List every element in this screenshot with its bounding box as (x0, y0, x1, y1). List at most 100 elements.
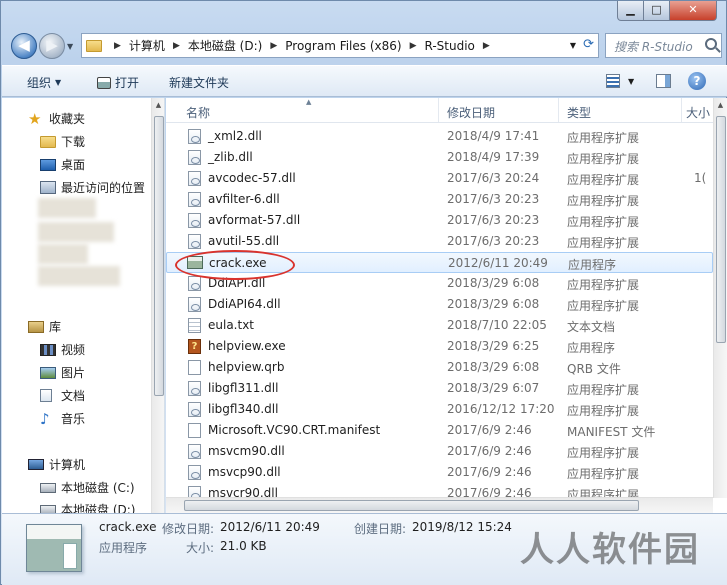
nav-documents[interactable]: 文档 (40, 387, 85, 404)
nav-pictures[interactable]: 图片 (40, 364, 85, 381)
file-row[interactable]: avcodec-57.dll 2017/6/3 20:24 应用程序扩展 1( (166, 168, 713, 189)
file-list-vertical-thumb[interactable] (716, 116, 726, 343)
new-folder-label: 新建文件夹 (169, 76, 230, 90)
dll-icon (188, 381, 201, 396)
downloads-folder-icon (40, 135, 56, 148)
breadcrumb-r-studio[interactable]: R-Studio (425, 39, 475, 53)
help-icon[interactable]: ? (688, 72, 706, 90)
file-row[interactable]: helpview.qrb 2018/3/29 6:08 QRB 文件 (166, 357, 713, 378)
breadcrumb-separator[interactable]: ▶ (114, 41, 121, 51)
file-row[interactable]: libgfl311.dll 2018/3/29 6:07 应用程序扩展 (166, 378, 713, 399)
view-options-chevron-icon[interactable]: ▼ (628, 77, 634, 86)
file-name: helpview.qrb (208, 360, 285, 374)
blurred-item (38, 244, 88, 264)
dll-icon (188, 171, 201, 186)
breadcrumb-separator[interactable]: ▶ (173, 41, 180, 51)
file-row[interactable]: msvcm90.dll 2017/6/9 2:46 应用程序扩展 (166, 441, 713, 462)
nav-libraries-label: 库 (49, 320, 62, 334)
forward-button[interactable]: ▶ (39, 33, 65, 59)
navigation-pane: ★ 收藏夹 下载 桌面 最近访问的位置 库 视频 图片 文档 ♪ 音乐 计算机 本地… (2, 98, 165, 513)
open-button[interactable]: 打开 (97, 74, 139, 91)
preview-pane-icon[interactable] (656, 74, 671, 88)
help-app-icon: ? (188, 339, 201, 354)
address-bar[interactable]: ▶ 计算机 ▶ 本地磁盘 (D:) ▶ Program Files (x86) … (81, 33, 599, 58)
breadcrumb-separator[interactable]: ▶ (410, 41, 417, 51)
recent-pages-dropdown[interactable]: ▼ (67, 42, 73, 51)
nav-downloads[interactable]: 下载 (40, 133, 85, 150)
address-dropdown-icon[interactable]: ▼ (570, 41, 576, 50)
nav-recent-places[interactable]: 最近访问的位置 (40, 179, 145, 196)
nav-drive-d-label: 本地磁盘 (D:) (61, 503, 136, 513)
file-row[interactable]: avformat-57.dll 2017/6/3 20:23 应用程序扩展 (166, 210, 713, 231)
column-size[interactable]: 大小 (686, 104, 710, 121)
search-input[interactable]: 搜索 R-Studio (605, 33, 722, 58)
file-type: 应用程序扩展 (567, 152, 640, 166)
new-folder-button[interactable]: 新建文件夹 (169, 74, 229, 91)
dll-icon (188, 297, 201, 312)
nav-scrollbar[interactable]: ▲ (151, 98, 164, 513)
nav-drive-c[interactable]: 本地磁盘 (C:) (40, 479, 135, 496)
nav-scroll-thumb[interactable] (154, 116, 164, 396)
file-type: 应用程序扩展 (567, 404, 640, 418)
address-row: ◀ ▶ ▼ ▶ 计算机 ▶ 本地磁盘 (D:) ▶ Program Files … (7, 29, 722, 63)
refresh-icon[interactable]: ⟳ (583, 37, 594, 52)
organize-button[interactable]: 组织 ▼ (27, 74, 61, 91)
file-row[interactable]: avutil-55.dll 2017/6/3 20:23 应用程序扩展 (166, 231, 713, 252)
file-date: 2017/6/3 20:23 (447, 234, 540, 248)
details-created-label: 创建日期: (354, 522, 407, 536)
nav-favorites[interactable]: ★ 收藏夹 (28, 110, 85, 127)
column-divider[interactable] (558, 98, 559, 122)
nav-desktop[interactable]: 桌面 (40, 156, 85, 173)
breadcrumb-separator[interactable]: ▶ (483, 41, 490, 51)
chevron-down-icon: ▼ (55, 78, 62, 87)
file-name: avformat-57.dll (208, 213, 301, 227)
scroll-up-icon[interactable]: ▲ (714, 98, 727, 112)
scroll-up-icon[interactable]: ▲ (152, 98, 164, 112)
nav-downloads-label: 下载 (61, 135, 86, 149)
close-button[interactable]: ✕ (669, 1, 717, 21)
nav-computer[interactable]: 计算机 (28, 456, 85, 473)
file-date: 2018/4/9 17:39 (447, 150, 540, 164)
minimize-button[interactable]: ▁ (617, 1, 644, 21)
file-row[interactable]: msvcp90.dll 2017/6/9 2:46 应用程序扩展 (166, 462, 713, 483)
breadcrumb-separator[interactable]: ▶ (270, 41, 277, 51)
file-row[interactable]: _zlib.dll 2018/4/9 17:39 应用程序扩展 (166, 147, 713, 168)
column-type[interactable]: 类型 (567, 104, 591, 121)
file-row[interactable]: Microsoft.VC90.CRT.manifest 2017/6/9 2:46… (166, 420, 713, 441)
breadcrumb-program-files[interactable]: Program Files (x86) (285, 39, 401, 53)
file-list-vertical-scrollbar[interactable]: ▲ (713, 98, 727, 498)
change-view-icon[interactable] (606, 74, 620, 88)
column-divider[interactable] (438, 98, 439, 122)
column-divider[interactable] (681, 98, 682, 122)
file-type: 应用程序扩展 (567, 173, 640, 187)
maximize-button[interactable]: □ (643, 1, 670, 21)
breadcrumb-drive-d[interactable]: 本地磁盘 (D:) (188, 37, 262, 54)
breadcrumb-computer[interactable]: 计算机 (129, 37, 165, 54)
text-file-icon (188, 318, 201, 333)
file-type: MANIFEST 文件 (567, 425, 656, 439)
nav-libraries[interactable]: 库 (28, 318, 61, 335)
file-type: 应用程序 (568, 258, 617, 272)
pictures-icon (40, 366, 56, 379)
dll-icon (188, 192, 201, 207)
nav-drive-d[interactable]: 本地磁盘 (D:) (40, 501, 135, 513)
file-row[interactable]: avfilter-6.dll 2017/6/3 20:23 应用程序扩展 (166, 189, 713, 210)
file-row[interactable]: ? helpview.exe 2018/3/29 6:25 应用程序 (166, 336, 713, 357)
file-date: 2018/4/9 17:41 (447, 129, 540, 143)
back-button[interactable]: ◀ (11, 33, 37, 59)
details-modified-value: 2012/6/11 20:49 (220, 520, 320, 534)
file-type: 应用程序扩展 (567, 278, 640, 292)
nav-videos[interactable]: 视频 (40, 341, 85, 358)
file-list-horizontal-thumb[interactable] (184, 500, 639, 511)
file-date: 2016/12/12 17:20 (447, 402, 555, 416)
file-row[interactable]: _xml2.dll 2018/4/9 17:41 应用程序扩展 (166, 126, 713, 147)
file-row[interactable]: eula.txt 2018/7/10 22:05 文本文档 (166, 315, 713, 336)
file-row[interactable]: DdiAPI64.dll 2018/3/29 6:08 应用程序扩展 (166, 294, 713, 315)
file-row[interactable]: libgfl340.dll 2016/12/12 17:20 应用程序扩展 (166, 399, 713, 420)
file-type: 应用程序扩展 (567, 236, 640, 250)
column-name[interactable]: 名称 (186, 104, 210, 121)
watermark: 人人软件园 (520, 530, 700, 570)
file-list-horizontal-scrollbar[interactable] (166, 497, 713, 513)
column-date[interactable]: 修改日期 (447, 104, 495, 121)
nav-music[interactable]: ♪ 音乐 (40, 410, 85, 427)
